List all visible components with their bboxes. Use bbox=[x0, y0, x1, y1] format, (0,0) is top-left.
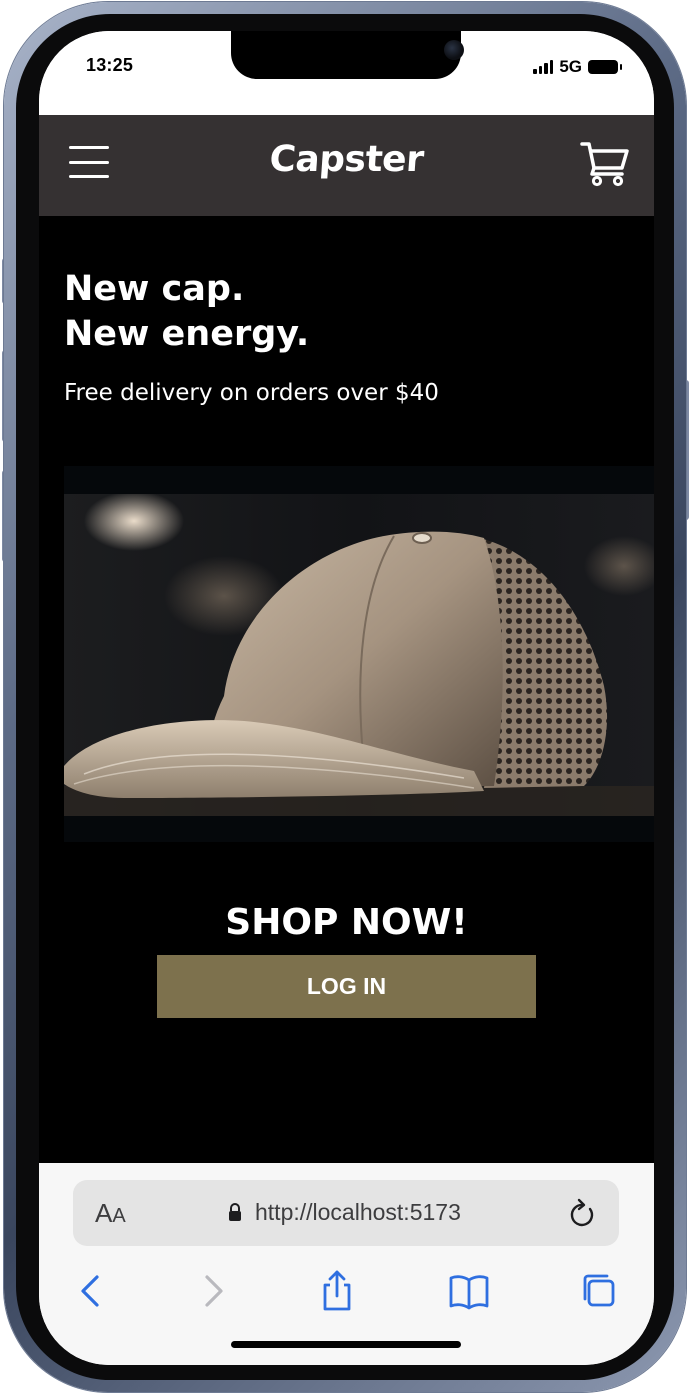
shopping-cart-icon[interactable] bbox=[580, 138, 630, 188]
hero-subtitle: Free delivery on orders over $40 bbox=[64, 380, 439, 406]
battery-icon bbox=[588, 60, 622, 74]
network-type: 5G bbox=[559, 57, 582, 76]
home-indicator bbox=[231, 1341, 461, 1348]
url-text[interactable]: http://localhost:5173 bbox=[255, 1199, 461, 1226]
notch bbox=[231, 31, 464, 79]
share-icon[interactable] bbox=[315, 1269, 359, 1313]
hero-cap-image bbox=[64, 466, 654, 842]
phone-screen: 13:25 5G Capster New cap. New energy. Fr… bbox=[39, 31, 654, 1365]
hero-title-line-2: New energy. bbox=[64, 314, 310, 354]
signal-strength-icon bbox=[533, 60, 554, 74]
status-indicators: 5G bbox=[533, 57, 622, 77]
hero-title: New cap. New energy. bbox=[64, 267, 309, 357]
cap-photo bbox=[64, 466, 654, 842]
text-size-button[interactable]: AA bbox=[95, 1198, 126, 1229]
device-canvas: 13:25 5G Capster New cap. New energy. Fr… bbox=[0, 0, 691, 1396]
front-camera-icon bbox=[444, 40, 464, 60]
status-time: 13:25 bbox=[86, 55, 134, 75]
bookmarks-icon[interactable] bbox=[447, 1269, 491, 1313]
tabs-icon[interactable] bbox=[577, 1269, 621, 1313]
safari-toolbar bbox=[39, 1263, 654, 1323]
safari-bottom-bar: AA http://localhost:5173 bbox=[39, 1163, 654, 1365]
lock-icon bbox=[229, 1203, 241, 1221]
address-bar[interactable]: AA http://localhost:5173 bbox=[73, 1180, 619, 1246]
reload-icon[interactable] bbox=[567, 1197, 597, 1229]
back-chevron-icon[interactable] bbox=[69, 1269, 113, 1313]
site-header: Capster bbox=[39, 115, 654, 216]
status-bar: 13:25 5G bbox=[39, 31, 654, 115]
hero-title-line-1: New cap. bbox=[64, 269, 245, 309]
login-button[interactable]: LOG IN bbox=[157, 955, 536, 1018]
forward-chevron-icon[interactable] bbox=[191, 1269, 235, 1313]
shop-now-heading: SHOP NOW! bbox=[225, 902, 468, 943]
web-page: Capster New cap. New energy. Free delive… bbox=[39, 115, 654, 1163]
brand-logo[interactable]: Capster bbox=[39, 139, 654, 180]
